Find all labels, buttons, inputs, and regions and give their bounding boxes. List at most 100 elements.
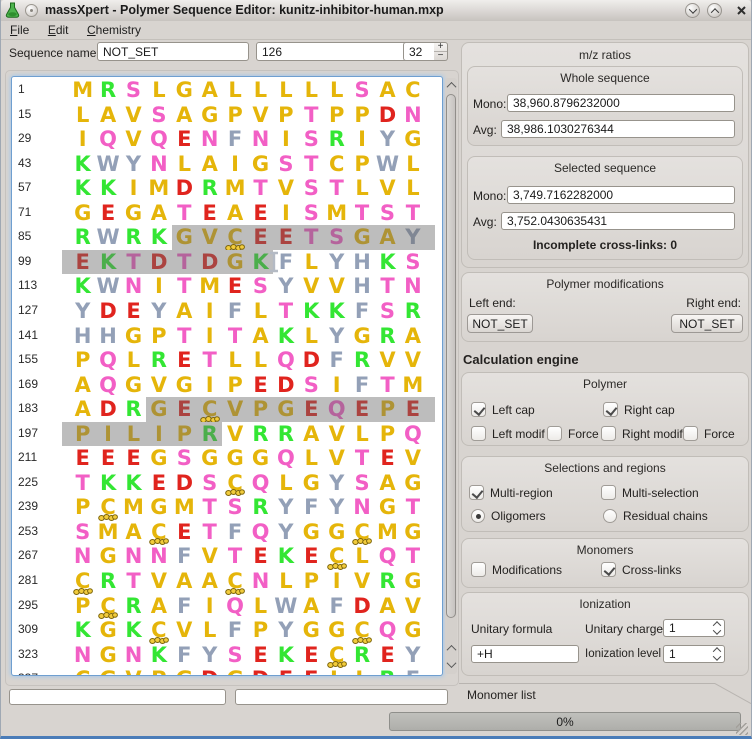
residue-W-114[interactable]: W [95, 274, 120, 299]
residue-T-64[interactable]: T [248, 176, 273, 201]
sequence-editor[interactable]: 1MRSLGALLLLLSAC15LAVSAGPVPTPPDN29IQVQENF… [11, 76, 443, 676]
checkbox-icon[interactable] [683, 426, 698, 441]
residue-T-280[interactable]: T [400, 544, 425, 569]
residue-T-84[interactable]: T [400, 201, 425, 226]
residue-Q-163[interactable]: Q [273, 348, 298, 373]
position-field[interactable] [9, 689, 226, 705]
residue-R-282[interactable]: R [95, 569, 120, 594]
oligomers-radio[interactable]: Oligomers [471, 509, 546, 523]
residue-S-18[interactable]: S [146, 103, 171, 128]
residue-I-49[interactable]: I [222, 152, 247, 177]
residue-Y-317[interactable]: Y [273, 618, 298, 643]
residue-F-259[interactable]: F [222, 520, 247, 545]
residue-C-91[interactable]: C [222, 225, 247, 250]
residue-I-174[interactable]: I [197, 373, 222, 398]
residue-E-78[interactable]: E [248, 201, 273, 226]
residue-C-14[interactable]: C [400, 78, 425, 103]
residue-V-90[interactable]: V [197, 225, 222, 250]
residue-L-68[interactable]: L [349, 176, 374, 201]
residue-S-51[interactable]: S [273, 152, 298, 177]
residue-V-172[interactable]: V [146, 373, 171, 398]
checkbox-icon[interactable] [601, 485, 616, 500]
residue-S-253[interactable]: S [70, 520, 95, 545]
residue-I-37[interactable]: I [273, 127, 298, 152]
residue-R-334[interactable]: R [349, 643, 374, 668]
residue-R-85[interactable]: R [70, 225, 95, 250]
checkbox-icon[interactable] [469, 485, 484, 500]
size-spin-value[interactable]: 32 [403, 42, 435, 61]
residue-G-242[interactable]: G [146, 495, 171, 520]
force-left-checkbox[interactable]: Force [547, 426, 599, 441]
residue-A-97[interactable]: A [375, 225, 400, 250]
residue-G-341[interactable]: G [172, 667, 197, 676]
residue-L-15[interactable]: L [70, 103, 95, 128]
residue-K-326[interactable]: K [146, 643, 171, 668]
residue-P-239[interactable]: P [70, 495, 95, 520]
residue-D-229[interactable]: D [172, 471, 197, 496]
residue-K-226[interactable]: K [95, 471, 120, 496]
residue-I-198[interactable]: I [95, 422, 120, 447]
residue-W-55[interactable]: W [375, 152, 400, 177]
checkbox-icon[interactable] [601, 426, 616, 441]
residue-S-236[interactable]: S [349, 471, 374, 496]
residue-K-100[interactable]: K [95, 250, 120, 275]
residue-T-52[interactable]: T [299, 152, 324, 177]
residue-G-318[interactable]: G [299, 618, 324, 643]
residue-R-293[interactable]: R [375, 569, 400, 594]
residue-T-117[interactable]: T [172, 274, 197, 299]
residue-H-142[interactable]: H [95, 324, 120, 349]
residue-T-82[interactable]: T [349, 201, 374, 226]
residue-A-206[interactable]: A [299, 422, 324, 447]
residue-P-295[interactable]: P [70, 594, 95, 619]
residue-E-332[interactable]: E [299, 643, 324, 668]
residue-P-209[interactable]: P [375, 422, 400, 447]
residue-F-327[interactable]: F [172, 643, 197, 668]
residue-K-311[interactable]: K [121, 618, 146, 643]
residue-Q-232[interactable]: Q [248, 471, 273, 496]
residue-K-136[interactable]: K [299, 299, 324, 324]
residue-Q-156[interactable]: Q [95, 348, 120, 373]
residue-T-101[interactable]: T [121, 250, 146, 275]
residue-F-315[interactable]: F [222, 618, 247, 643]
checkbox-icon[interactable] [603, 402, 618, 417]
residue-L-108[interactable]: L [299, 250, 324, 275]
residue-L-70[interactable]: L [400, 176, 425, 201]
residue-G-319[interactable]: G [324, 618, 349, 643]
residue-Q-193[interactable]: Q [324, 397, 349, 422]
residue-K-331[interactable]: K [273, 643, 298, 668]
residue-L-348[interactable]: L [349, 667, 374, 676]
residue-V-122[interactable]: V [299, 274, 324, 299]
residue-I-146[interactable]: I [197, 324, 222, 349]
residue-V-207[interactable]: V [324, 422, 349, 447]
residue-P-340[interactable]: P [146, 667, 171, 676]
maximize-button[interactable] [707, 3, 722, 18]
menu-edit[interactable]: Edit [43, 21, 74, 39]
residue-H-124[interactable]: H [349, 274, 374, 299]
residue-S-12[interactable]: S [349, 78, 374, 103]
residue-Y-98[interactable]: Y [400, 225, 425, 250]
residue-S-178[interactable]: S [299, 373, 324, 398]
selected-mono-field[interactable]: 3,749.7162282000 [507, 186, 735, 204]
residue-M-182[interactable]: M [400, 373, 425, 398]
residue-G-105[interactable]: G [222, 250, 247, 275]
residue-T-145[interactable]: T [172, 324, 197, 349]
residue-A-183[interactable]: A [70, 397, 95, 422]
residue-A-286[interactable]: A [197, 569, 222, 594]
residue-E-257[interactable]: E [172, 520, 197, 545]
residue-E-187[interactable]: E [172, 397, 197, 422]
monomer-list-header[interactable]: Monomer list [467, 688, 536, 702]
right-modif-checkbox[interactable]: Right modif [601, 426, 683, 441]
residue-Q-321[interactable]: Q [375, 618, 400, 643]
residue-S-95[interactable]: S [324, 225, 349, 250]
residue-C-320[interactable]: C [349, 618, 374, 643]
spin-arrows-icon[interactable] [709, 646, 724, 662]
residue-G-191[interactable]: G [273, 397, 298, 422]
residue-E-92[interactable]: E [248, 225, 273, 250]
residue-Y-127[interactable]: Y [70, 299, 95, 324]
residue-N-269[interactable]: N [121, 544, 146, 569]
residue-E-212[interactable]: E [95, 446, 120, 471]
left-end-button[interactable]: NOT_SET [467, 314, 533, 333]
residue-V-221[interactable]: V [324, 446, 349, 471]
residue-L-220[interactable]: L [299, 446, 324, 471]
residue-N-115[interactable]: N [121, 274, 146, 299]
